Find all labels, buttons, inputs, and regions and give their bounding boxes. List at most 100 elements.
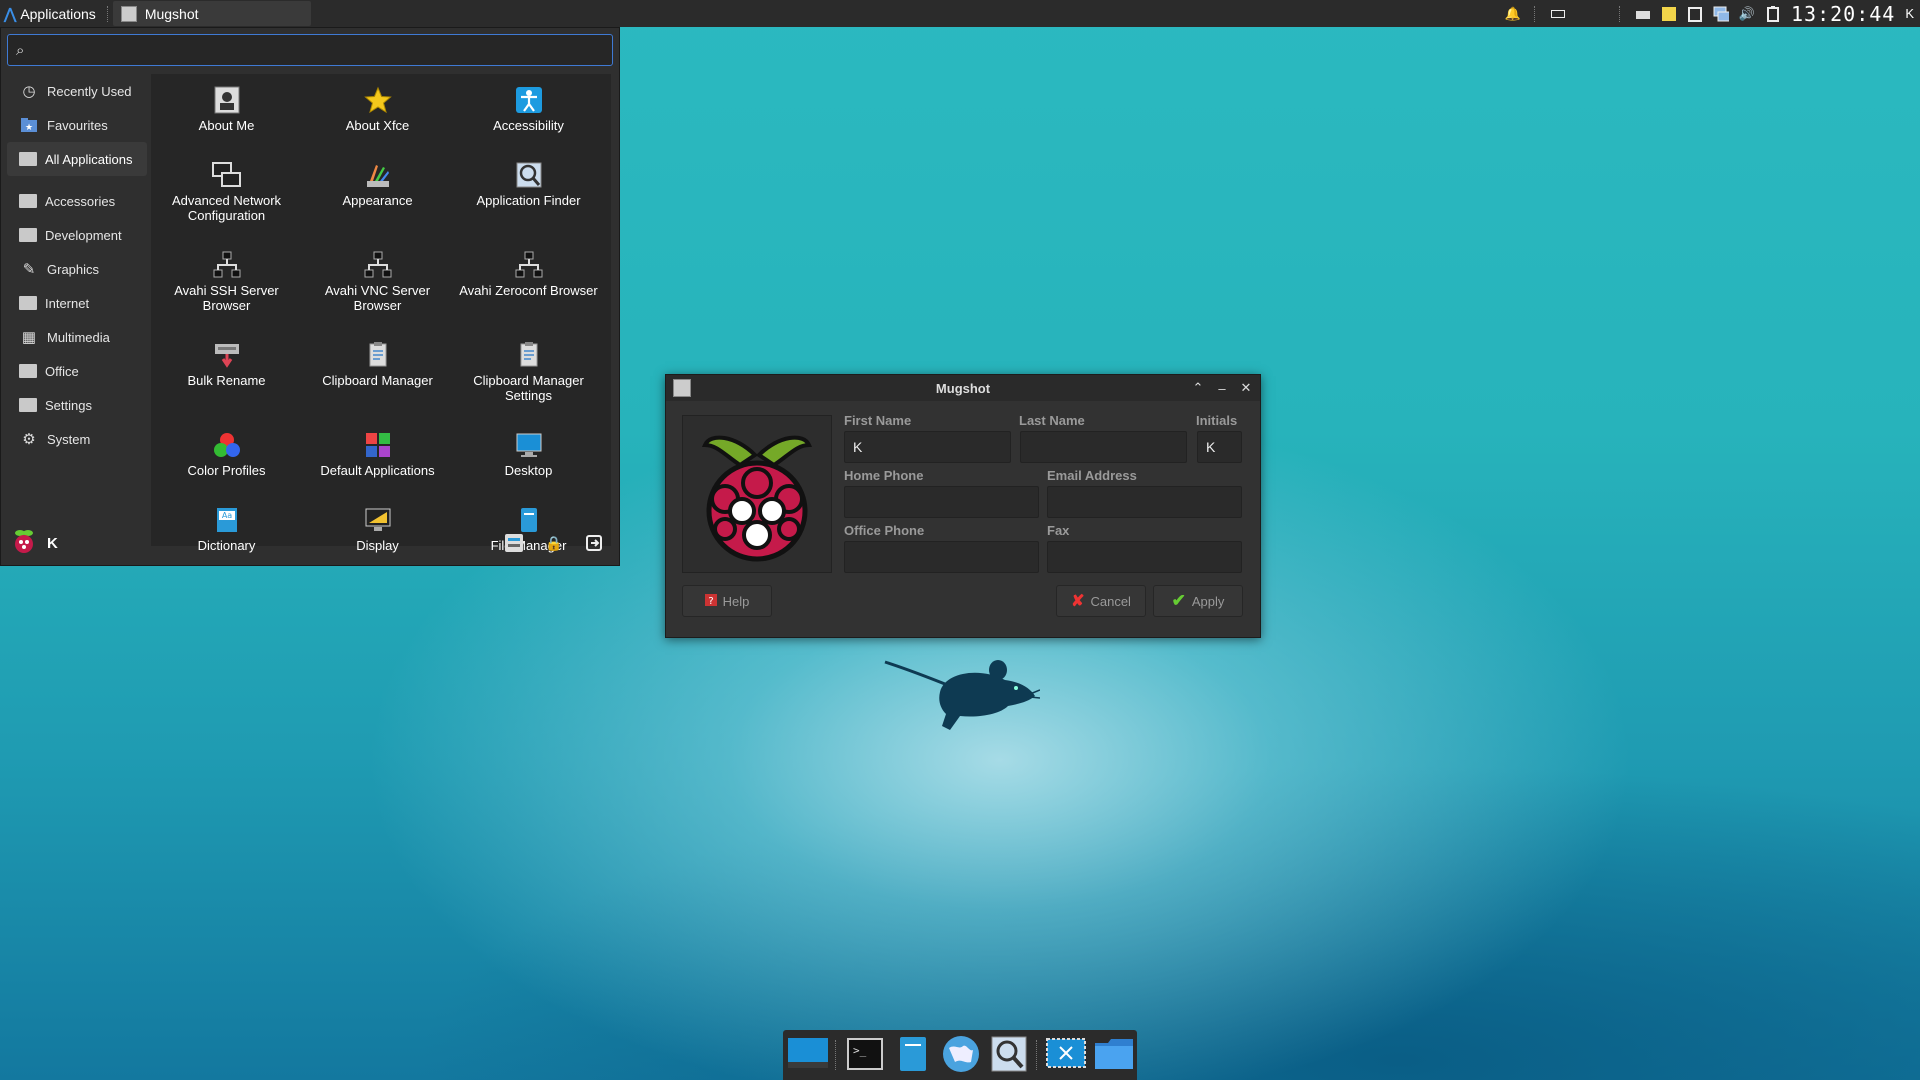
- graphics-icon: ✎: [22, 261, 36, 278]
- clipboard-icon: [362, 339, 394, 371]
- dock-separator: [835, 1040, 838, 1070]
- category-graphics[interactable]: ✎ Graphics: [7, 252, 147, 286]
- category-recently-used[interactable]: ◷ Recently Used: [7, 74, 147, 108]
- dock-panel: >_: [783, 1030, 1137, 1080]
- network-tree-icon: [513, 249, 545, 281]
- app-finder-launcher[interactable]: [988, 1034, 1030, 1076]
- category-all-applications[interactable]: All Applications: [7, 142, 147, 176]
- clock-icon: ◷: [22, 83, 36, 100]
- app-bulk-rename[interactable]: Bulk Rename: [151, 329, 302, 419]
- svg-text:>_: >_: [853, 1044, 867, 1057]
- category-office[interactable]: Office: [7, 354, 147, 388]
- accessories-icon: [19, 194, 37, 208]
- app-avahi-vnc-server-browser[interactable]: Avahi VNC Server Browser: [302, 239, 453, 329]
- first-name-field[interactable]: [844, 431, 1011, 463]
- email-address-label: Email Address: [1047, 468, 1137, 483]
- accessibility-icon: [513, 84, 545, 116]
- category-settings[interactable]: Settings: [7, 388, 147, 422]
- app-label: Clipboard Manager Settings: [473, 373, 584, 403]
- maximize-icon[interactable]: ⌃: [1190, 380, 1206, 396]
- clock[interactable]: 13:20:44: [1791, 2, 1895, 26]
- app-appearance[interactable]: Appearance: [302, 149, 453, 239]
- network-icon[interactable]: [1713, 6, 1729, 22]
- category-label: All Applications: [45, 151, 133, 167]
- cancel-button[interactable]: ✘ Cancel: [1056, 585, 1146, 617]
- notification-bell-icon[interactable]: 🔔: [1505, 6, 1521, 22]
- initials-field[interactable]: [1197, 431, 1242, 463]
- star-folder-icon: ★: [19, 116, 39, 134]
- app-about-me[interactable]: About Me: [151, 74, 302, 149]
- search-input[interactable]: [32, 36, 612, 64]
- applications-menu-button[interactable]: ⋀ Applications: [0, 0, 104, 27]
- lock-screen-icon[interactable]: 🔒: [543, 532, 565, 554]
- taskbar-item-mugshot[interactable]: Mugshot: [112, 1, 311, 26]
- user-photo-button[interactable]: [682, 415, 832, 573]
- minimize-icon[interactable]: –: [1214, 380, 1230, 396]
- office-phone-field[interactable]: [844, 541, 1039, 573]
- user-card-icon: [211, 84, 243, 116]
- window-minimize-tray-icon[interactable]: [1550, 6, 1566, 22]
- user-letter[interactable]: K: [1905, 6, 1914, 21]
- category-multimedia[interactable]: ▦ Multimedia: [7, 320, 147, 354]
- app-finder-icon: [991, 1036, 1027, 1075]
- app-label: Appearance: [342, 193, 413, 208]
- notes-icon[interactable]: [1661, 6, 1677, 22]
- screenshot-launcher[interactable]: [1045, 1034, 1087, 1076]
- category-system[interactable]: ⚙ System: [7, 422, 147, 456]
- category-favourites[interactable]: ★ Favourites: [7, 108, 147, 142]
- dialog-title: Mugshot: [935, 380, 991, 396]
- dialog-titlebar[interactable]: Mugshot ⌃ – ✕: [666, 375, 1260, 401]
- fax-field[interactable]: [1047, 541, 1242, 573]
- app-accessibility[interactable]: Accessibility: [453, 74, 604, 149]
- home-phone-field[interactable]: [844, 486, 1039, 518]
- app-avahi-ssh-server-browser[interactable]: Avahi SSH Server Browser: [151, 239, 302, 329]
- settings-manager-icon[interactable]: [503, 532, 525, 554]
- category-label: Graphics: [47, 261, 100, 277]
- search-box[interactable]: ⌕: [7, 34, 613, 66]
- email-address-field[interactable]: [1047, 486, 1242, 518]
- app-about-xfce[interactable]: About Xfce: [302, 74, 453, 149]
- help-button[interactable]: ? Help: [682, 585, 772, 617]
- clipboard-tray-icon[interactable]: [1687, 6, 1703, 22]
- battery-icon[interactable]: [1765, 5, 1781, 22]
- gear-icon: ⚙: [22, 431, 36, 448]
- screenshot-icon: [1046, 1037, 1086, 1074]
- terminal-launcher[interactable]: >_: [844, 1034, 886, 1076]
- volume-icon[interactable]: 🔊: [1739, 6, 1755, 22]
- drive-icon[interactable]: [1635, 6, 1651, 22]
- svg-text:★: ★: [25, 122, 33, 132]
- app-avahi-zeroconf-browser[interactable]: Avahi Zeroconf Browser: [453, 239, 604, 329]
- app-advanced-network-configuration[interactable]: Advanced Network Configuration: [151, 149, 302, 239]
- app-clipboard-manager[interactable]: Clipboard Manager: [302, 329, 453, 419]
- app-desktop[interactable]: Desktop: [453, 419, 604, 494]
- app-label: Desktop: [504, 463, 553, 478]
- category-development[interactable]: Development: [7, 218, 147, 252]
- apply-button[interactable]: ✔ Apply: [1153, 585, 1243, 617]
- category-label: Internet: [45, 295, 90, 311]
- office-phone-label: Office Phone: [844, 523, 925, 538]
- app-label: Default Applications: [320, 463, 435, 478]
- internet-icon: [19, 296, 37, 310]
- last-name-field[interactable]: [1020, 431, 1187, 463]
- svg-text:?: ?: [708, 596, 713, 606]
- app-color-profiles[interactable]: Color Profiles: [151, 419, 302, 494]
- close-icon[interactable]: ✕: [1238, 380, 1254, 396]
- app-label: About Me: [198, 118, 255, 133]
- category-internet[interactable]: Internet: [7, 286, 147, 320]
- category-accessories[interactable]: Accessories: [7, 184, 147, 218]
- app-default-applications[interactable]: Default Applications: [302, 419, 453, 494]
- app-clipboard-manager-settings[interactable]: Clipboard Manager Settings: [453, 329, 604, 419]
- category-label: Settings: [45, 397, 92, 413]
- color-profiles-icon: [211, 429, 243, 461]
- web-browser-launcher[interactable]: [940, 1034, 982, 1076]
- show-desktop-button[interactable]: [787, 1034, 829, 1076]
- logout-icon[interactable]: [583, 532, 605, 554]
- category-label: Recently Used: [47, 83, 132, 99]
- app-application-finder[interactable]: Application Finder: [453, 149, 604, 239]
- apps-icon: [19, 152, 37, 166]
- web-browser-icon: [941, 1034, 981, 1077]
- file-manager-launcher[interactable]: [892, 1034, 934, 1076]
- network-tree-icon: [211, 249, 243, 281]
- home-folder-launcher[interactable]: [1093, 1034, 1135, 1076]
- development-icon: [19, 228, 37, 242]
